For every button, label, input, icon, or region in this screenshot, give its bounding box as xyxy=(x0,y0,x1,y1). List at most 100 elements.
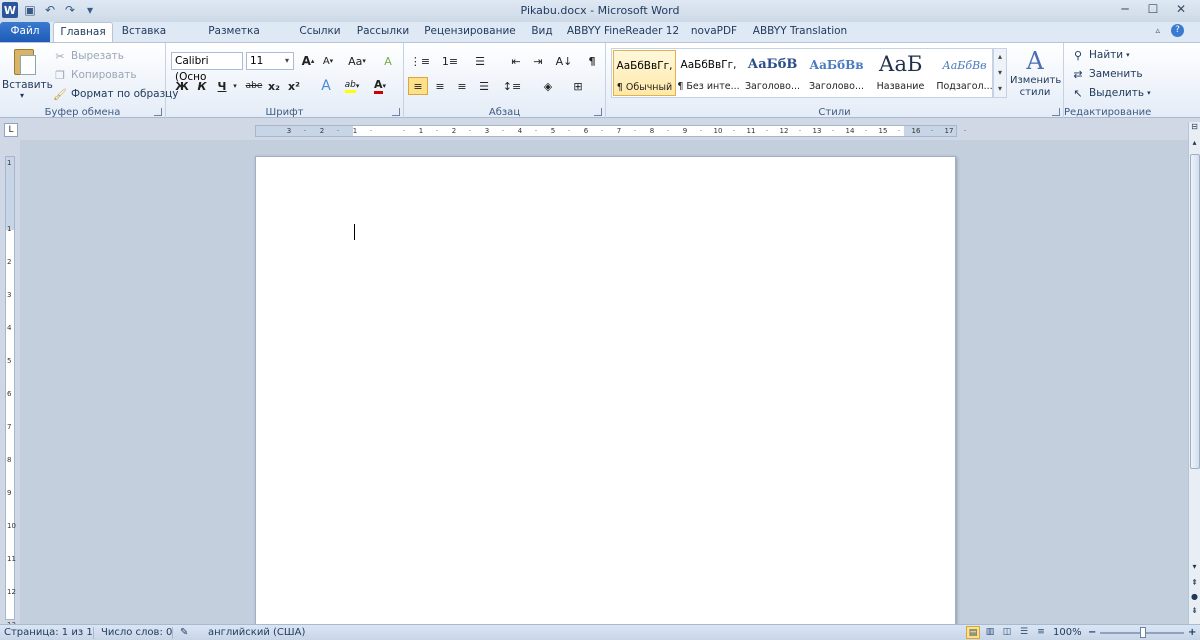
tab-selector[interactable]: L xyxy=(4,123,18,137)
superscript-button[interactable]: x² xyxy=(284,77,304,95)
tab-insert[interactable]: Вставка xyxy=(118,22,170,42)
multilevel-list-button[interactable]: ☰ xyxy=(470,52,490,70)
italic-button[interactable]: К xyxy=(192,77,212,95)
select-button[interactable]: ↖ Выделить ▾ xyxy=(1070,85,1150,101)
cut-button[interactable]: ✂ Вырезать xyxy=(52,48,124,64)
tab-abbyy-translation[interactable]: ABBYY Translation xyxy=(752,22,848,42)
tab-mailings[interactable]: Рассылки xyxy=(354,22,412,42)
bullets-button[interactable]: ⋮≡ xyxy=(410,52,430,70)
zoom-slider-knob[interactable] xyxy=(1140,627,1146,638)
line-spacing-button[interactable]: ↕≡ xyxy=(502,77,522,95)
browse-object-icon[interactable]: ● xyxy=(1189,592,1200,601)
text-effects-button[interactable]: A xyxy=(316,77,336,95)
ruler-toggle-icon[interactable]: ⊟ xyxy=(1189,122,1200,136)
minimize-icon[interactable]: ─ xyxy=(1112,0,1138,18)
style-subtitle[interactable]: АаБбВв Подзагол... xyxy=(933,50,996,96)
paste-button[interactable] xyxy=(8,47,40,83)
word-count-status[interactable]: Число слов: 0 xyxy=(101,627,172,638)
styles-launcher-icon[interactable] xyxy=(1052,108,1060,116)
proofing-icon[interactable]: ✎ xyxy=(180,627,188,638)
scroll-up-icon[interactable]: ▴ xyxy=(1189,138,1200,152)
vruler-tick-label: 6 xyxy=(7,390,12,398)
copy-button[interactable]: ❐ Копировать xyxy=(52,67,137,83)
increase-indent-button[interactable]: ⇥ xyxy=(528,52,548,70)
page-count-status[interactable]: Страница: 1 из 1 xyxy=(4,627,93,638)
tab-view[interactable]: Вид xyxy=(528,22,556,42)
help-icon[interactable]: ? xyxy=(1171,24,1184,37)
scrollbar-thumb[interactable] xyxy=(1190,154,1200,469)
tab-review[interactable]: Рецензирование xyxy=(422,22,518,42)
align-center-button[interactable]: ≡ xyxy=(430,77,450,95)
tab-home[interactable]: Главная xyxy=(53,22,113,42)
style-heading-1[interactable]: АаБбВ Заголово... xyxy=(741,50,804,96)
font-size-combo[interactable]: 11 ▾ xyxy=(246,52,294,70)
tab-references[interactable]: Ссылки xyxy=(296,22,344,42)
paste-label[interactable]: Вставить xyxy=(2,79,53,91)
underline-button[interactable]: Ч xyxy=(212,77,232,95)
paste-dropdown-icon[interactable]: ▾ xyxy=(20,91,24,100)
clipboard-group: Вставить ▾ ✂ Вырезать ❐ Копировать 🖌 Формат… xyxy=(0,43,179,119)
shrink-font-button[interactable]: A ▾ xyxy=(318,52,338,70)
align-left-button[interactable]: ≡ xyxy=(408,77,428,95)
full-screen-reading-icon[interactable]: ▥ xyxy=(983,626,997,639)
clear-formatting-button[interactable]: A xyxy=(378,52,398,70)
draft-view-icon[interactable]: ≡ xyxy=(1034,626,1048,639)
strikethrough-button[interactable]: abe xyxy=(244,77,264,95)
ribbon-minimize-icon[interactable]: ▵ xyxy=(1155,26,1160,36)
format-painter-button[interactable]: 🖌 Формат по образцу xyxy=(52,86,179,102)
style-no-spacing[interactable]: АаБбВвГг, ¶ Без инте... xyxy=(677,50,740,96)
font-color-button[interactable]: A ▾ xyxy=(370,77,390,95)
change-styles-button[interactable]: A Изменить стили xyxy=(1010,47,1061,103)
font-launcher-icon[interactable] xyxy=(392,108,400,116)
language-status[interactable]: английский (США) xyxy=(208,627,305,638)
find-button[interactable]: ⚲ Найти ▾ xyxy=(1070,47,1130,63)
grow-font-button[interactable]: A ▴ xyxy=(298,52,318,70)
vertical-scrollbar[interactable]: ⊟ ▴ ▾ ⇞ ● ⇟ xyxy=(1188,122,1200,624)
styles-scroller[interactable]: ▴ ▾ ▾ xyxy=(993,48,1007,98)
justify-button[interactable]: ☰ xyxy=(474,77,494,95)
document-page[interactable] xyxy=(255,156,956,626)
borders-button[interactable]: ⊞ xyxy=(568,77,588,95)
previous-page-icon[interactable]: ⇞ xyxy=(1189,578,1200,587)
ruler-tick-label: 1 xyxy=(418,127,424,135)
bold-button[interactable]: Ж xyxy=(172,77,192,95)
vertical-ruler[interactable]: 112345678910111213 xyxy=(5,156,16,629)
shading-button[interactable]: ◈ xyxy=(538,77,558,95)
sort-button[interactable]: A↓ xyxy=(554,52,574,70)
scroll-down-icon[interactable]: ▾ xyxy=(1189,562,1200,571)
web-layout-icon[interactable]: ◫ xyxy=(1000,626,1014,639)
numbering-button[interactable]: 1≡ xyxy=(440,52,460,70)
clipboard-launcher-icon[interactable] xyxy=(154,108,162,116)
change-case-button[interactable]: Aa ▾ xyxy=(344,52,370,70)
multilevel-list-icon: ☰ xyxy=(475,54,485,68)
style-title[interactable]: АаБ Название xyxy=(869,50,932,96)
tab-abbyy-finereader[interactable]: ABBYY FineReader 12 xyxy=(566,22,680,42)
highlight-button[interactable]: ab ▾ xyxy=(342,77,362,95)
horizontal-ruler[interactable]: 3 · 2 · 1 · · 1 · 2 · 3 · 4 · 5 · 6 · 7 · 8 · 9 · 10 · 11 · 12 · 13 · 14 ·… xyxy=(255,125,966,137)
chevron-up-icon[interactable]: ▴ xyxy=(994,49,1006,65)
tab-page-layout[interactable]: Разметка страницы xyxy=(180,22,288,56)
underline-dropdown-icon[interactable]: ▾ xyxy=(230,77,240,95)
style-normal[interactable]: АаБбВвГг, ¶ Обычный xyxy=(613,50,676,96)
zoom-in-icon[interactable]: + xyxy=(1188,627,1196,638)
subscript-icon: x₂ xyxy=(268,79,280,93)
chevron-down-icon[interactable]: ▾ xyxy=(994,65,1006,81)
zoom-out-icon[interactable]: − xyxy=(1088,627,1096,638)
subscript-button[interactable]: x₂ xyxy=(264,77,284,95)
print-layout-icon[interactable]: ▤ xyxy=(966,626,980,639)
style-heading-2[interactable]: АаБбВв Заголово... xyxy=(805,50,868,96)
more-styles-icon[interactable]: ▾ xyxy=(994,81,1006,97)
decrease-indent-button[interactable]: ⇤ xyxy=(506,52,526,70)
tab-novapdf[interactable]: novaPDF xyxy=(688,22,740,42)
paragraph-launcher-icon[interactable] xyxy=(594,108,602,116)
replace-button[interactable]: ⇄ Заменить xyxy=(1070,66,1142,82)
outline-view-icon[interactable]: ☰ xyxy=(1017,626,1031,639)
maximize-icon[interactable]: ☐ xyxy=(1140,0,1166,18)
align-right-button[interactable]: ≡ xyxy=(452,77,472,95)
zoom-level[interactable]: 100% xyxy=(1053,627,1082,638)
show-marks-button[interactable]: ¶ xyxy=(582,52,602,70)
close-icon[interactable]: ✕ xyxy=(1168,0,1194,18)
next-page-icon[interactable]: ⇟ xyxy=(1189,606,1200,615)
font-name-combo[interactable]: Calibri (Осно xyxy=(171,52,243,83)
tab-file[interactable]: Файл xyxy=(0,22,50,42)
